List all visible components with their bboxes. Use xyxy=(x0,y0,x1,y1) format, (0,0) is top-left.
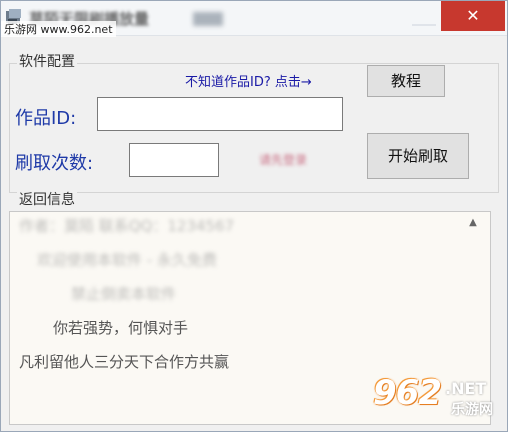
start-button[interactable]: 开始刷取 xyxy=(367,133,469,179)
watermark-logo-net: .NET xyxy=(445,379,487,398)
log-line: 你若强势，何惧对手 xyxy=(53,319,189,337)
close-icon: ✕ xyxy=(466,6,480,25)
work-id-input[interactable] xyxy=(97,97,343,131)
app-window: 莫陌无限刷播放量 ✕ 乐游网 www.962.net 软件配置 不知道作品ID?… xyxy=(0,0,508,432)
log-line: 凡利留他人三分天下合作方共赢 xyxy=(19,353,230,371)
log-group-label: 返回信息 xyxy=(17,189,77,209)
tutorial-button[interactable]: 教程 xyxy=(367,65,445,97)
watermark-text: 乐游网 www.962.net xyxy=(1,21,116,37)
config-group-label: 软件配置 xyxy=(17,51,77,71)
watermark-logo-number: 962 xyxy=(373,373,442,413)
watermark-logo: 962 .NET 乐游网 xyxy=(369,373,507,431)
close-button[interactable]: ✕ xyxy=(441,1,505,31)
minimize-button[interactable] xyxy=(412,10,436,26)
scroll-up-icon[interactable]: ▲ xyxy=(465,215,481,231)
count-input[interactable] xyxy=(129,143,219,177)
side-note: 请先登录 xyxy=(259,153,308,167)
watermark-logo-sub: 乐游网 xyxy=(451,402,493,418)
log-line: 禁止倒卖本软件 xyxy=(71,285,177,303)
log-line: 作者：莫陌 联系QQ：1234567 xyxy=(19,217,235,235)
log-line: 欢迎使用本软件 - 永久免费 xyxy=(37,251,217,269)
help-link[interactable]: 不知道作品ID? 点击→ xyxy=(185,71,312,90)
count-label: 刷取次数: xyxy=(15,153,94,174)
title-extra-blur xyxy=(193,12,223,26)
work-id-label: 作品ID: xyxy=(15,108,77,129)
